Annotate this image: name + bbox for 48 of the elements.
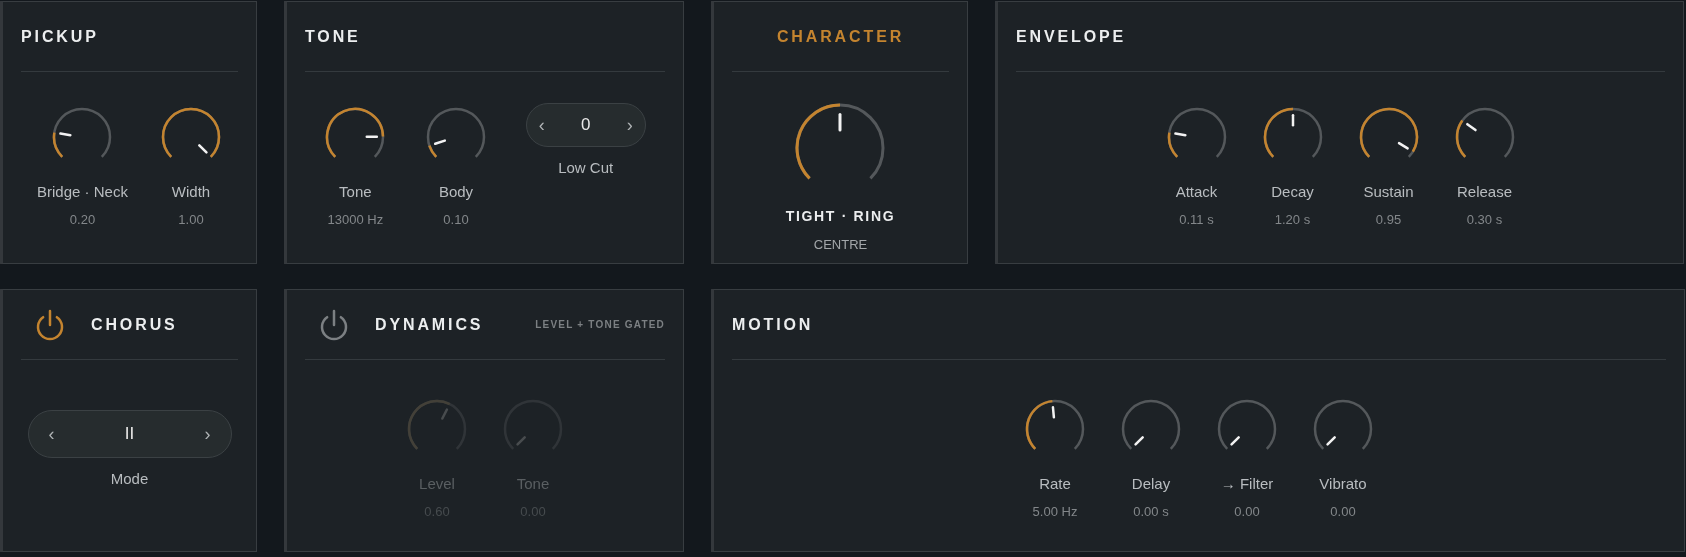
knob-value: 0.95: [1375, 210, 1402, 229]
knob-value: 0.11 s: [1179, 210, 1214, 229]
panel-subtitle: LEVEL + TONE GATED: [535, 318, 665, 332]
knob-label: Attack: [1175, 182, 1218, 202]
panel-title: CHORUS: [91, 314, 178, 335]
knob-label: Level: [419, 474, 455, 494]
knob-value: 0.00 s: [1133, 502, 1169, 521]
knob-label: Body: [438, 182, 474, 202]
knob-value: 5.00 Hz: [1032, 502, 1078, 521]
panel-title: ENVELOPE: [1016, 26, 1127, 47]
knob-label: Bridge · Neck: [37, 182, 128, 202]
knob-label: Release: [1456, 182, 1512, 202]
knob-value: 1.20 s: [1274, 210, 1311, 229]
next-arrow[interactable]: ›: [626, 111, 633, 139]
knob-value: 0.30 s: [1466, 210, 1503, 229]
stepper[interactable]: ‹ 0 ›: [525, 103, 646, 147]
panel-title: MOTION: [732, 314, 814, 335]
stepper-label: Mode: [110, 469, 149, 489]
panel-title: TONE: [305, 26, 361, 47]
knob-value: 0.10: [443, 210, 469, 229]
knob-value: 0.00: [1234, 502, 1260, 521]
knob-label: Rate: [1039, 474, 1071, 494]
knob-label: Sustain: [1363, 182, 1414, 202]
knob-label: Decay: [1271, 182, 1314, 202]
knob-label: Vibrato: [1319, 474, 1367, 494]
knob-label: TIGHT · RING: [785, 207, 896, 226]
knob-value: CENTRE: [813, 236, 868, 254]
knob-label: → Filter: [1220, 474, 1274, 494]
next-arrow[interactable]: ›: [204, 420, 211, 448]
stepper-label: Low Cut: [558, 158, 614, 178]
panel-title: PICKUP: [21, 26, 99, 47]
power-icon[interactable]: [35, 308, 65, 341]
knob-label: Tone: [339, 182, 372, 202]
panel-title: DYNAMICS: [375, 314, 484, 335]
knob-value: 0.20: [69, 210, 96, 229]
knob-value: 1.00: [178, 210, 204, 229]
knob-value: 0.00: [1330, 502, 1356, 521]
panel-title: CHARACTER: [776, 26, 905, 47]
knob-label: Tone: [516, 474, 550, 494]
stepper-value: II: [124, 423, 135, 446]
previous-arrow[interactable]: ‹: [538, 111, 545, 139]
stepper[interactable]: ‹ II ›: [27, 410, 232, 458]
power-icon[interactable]: [319, 308, 349, 341]
knob-value: 13000 Hz: [327, 210, 384, 229]
previous-arrow[interactable]: ‹: [48, 420, 55, 448]
knob-label: Width: [171, 182, 211, 202]
stepper-value: 0: [580, 114, 591, 137]
knob-label: Delay: [1131, 474, 1171, 494]
